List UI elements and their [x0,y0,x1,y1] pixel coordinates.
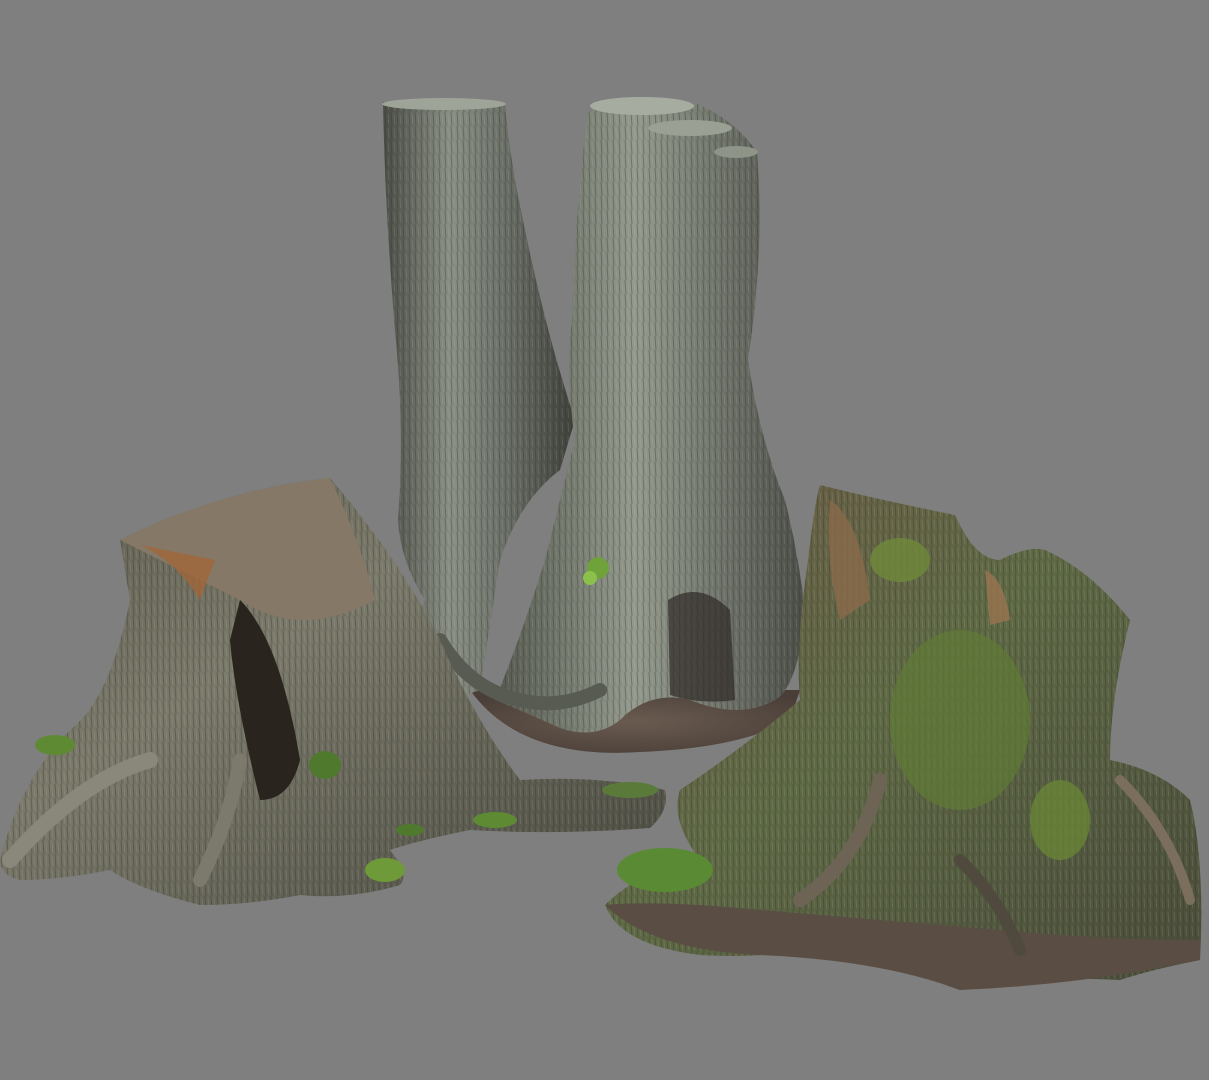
trunk-cut-middle [648,120,732,136]
stumps-render [0,97,1202,990]
trunk-cut-right [714,146,758,158]
moss-patch [35,735,75,755]
left-trunk-cut [382,98,506,110]
3d-viewport [0,0,1209,1080]
moss-patch [890,630,1030,810]
trunk-cut-top [590,97,694,115]
